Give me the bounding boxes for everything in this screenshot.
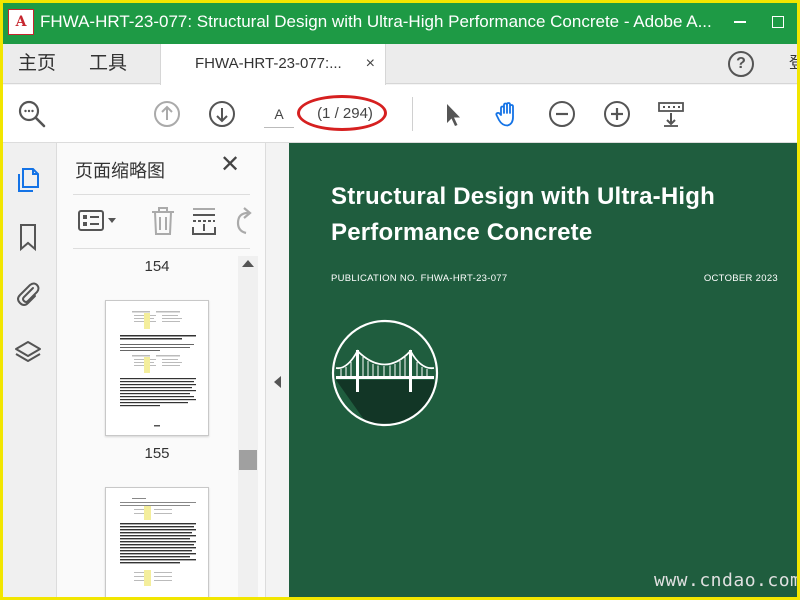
page-label: 154 xyxy=(144,258,170,275)
toolbar: A (1 / 294) xyxy=(0,85,800,143)
layers-icon[interactable] xyxy=(13,338,43,368)
tab-home[interactable]: 主页 xyxy=(18,44,56,84)
maximize-button[interactable] xyxy=(758,0,798,44)
title-bar: A FHWA-HRT-23-077: Structural Design wit… xyxy=(0,0,800,44)
panel-divider xyxy=(73,194,250,195)
toolbar-divider xyxy=(412,97,413,131)
page-count: (1 / 294) xyxy=(317,105,373,122)
previous-page-icon[interactable] xyxy=(152,99,182,129)
attachment-icon[interactable] xyxy=(13,279,43,309)
insert-page-icon[interactable] xyxy=(190,205,218,237)
sign-in-button[interactable]: 登 xyxy=(789,44,800,84)
thumbnail-options-icon[interactable] xyxy=(77,205,119,237)
watermark: www.cndao.com xyxy=(654,570,800,591)
minimize-button[interactable] xyxy=(720,0,760,44)
close-tab-icon[interactable]: × xyxy=(366,44,375,84)
next-page-icon[interactable] xyxy=(207,99,237,129)
page-thumbnail[interactable] xyxy=(105,487,209,600)
thumbnail-scrollbar[interactable] xyxy=(238,256,258,600)
document-title: Structural Design with Ultra-High Perfor… xyxy=(331,183,715,246)
tab-tools[interactable]: 工具 xyxy=(89,44,127,84)
bridge-logo-icon xyxy=(330,318,440,428)
document-tab-label: FHWA-HRT-23-077:... xyxy=(195,55,342,72)
zoom-out-icon[interactable] xyxy=(547,99,577,129)
rotate-page-icon[interactable] xyxy=(232,205,254,237)
panel-divider xyxy=(73,248,250,249)
thumbnail-panel: 页面缩略图 ✕ 154 155 xyxy=(57,143,266,600)
select-cursor-icon[interactable] xyxy=(438,99,468,129)
document-tab[interactable]: FHWA-HRT-23-077:... × xyxy=(160,44,386,85)
panel-collapse-handle[interactable] xyxy=(266,143,289,600)
tab-bar: 主页 工具 FHWA-HRT-23-077:... × ? 登 xyxy=(0,44,800,85)
page-thumbnails-icon[interactable] xyxy=(13,165,43,195)
document-page: Structural Design with Ultra-High Perfor… xyxy=(289,143,800,600)
bookmark-icon[interactable] xyxy=(13,222,43,252)
close-panel-icon[interactable]: ✕ xyxy=(220,153,240,177)
page-thumbnail[interactable] xyxy=(105,300,209,436)
app-logo-icon: A xyxy=(8,9,34,35)
hand-tool-icon[interactable] xyxy=(492,99,522,129)
publication-date: OCTOBER 2023 xyxy=(703,273,778,284)
publication-number: PUBLICATION NO. FHWA-HRT-23-077 xyxy=(331,273,508,284)
delete-page-icon[interactable] xyxy=(148,205,178,237)
scroll-up-icon[interactable] xyxy=(242,260,254,267)
zoom-in-icon[interactable] xyxy=(602,99,632,129)
page-label: 155 xyxy=(144,445,170,462)
collapse-arrow-icon xyxy=(274,376,281,388)
left-rail xyxy=(0,143,57,600)
window-title: FHWA-HRT-23-077: Structural Design with … xyxy=(40,12,712,31)
help-icon[interactable]: ? xyxy=(728,51,754,77)
panel-title: 页面缩略图 xyxy=(75,161,165,181)
scroll-mode-icon[interactable] xyxy=(656,99,686,129)
search-icon[interactable] xyxy=(17,99,47,129)
scrollbar-thumb[interactable] xyxy=(239,450,257,470)
page-number-field[interactable]: A xyxy=(264,100,294,128)
